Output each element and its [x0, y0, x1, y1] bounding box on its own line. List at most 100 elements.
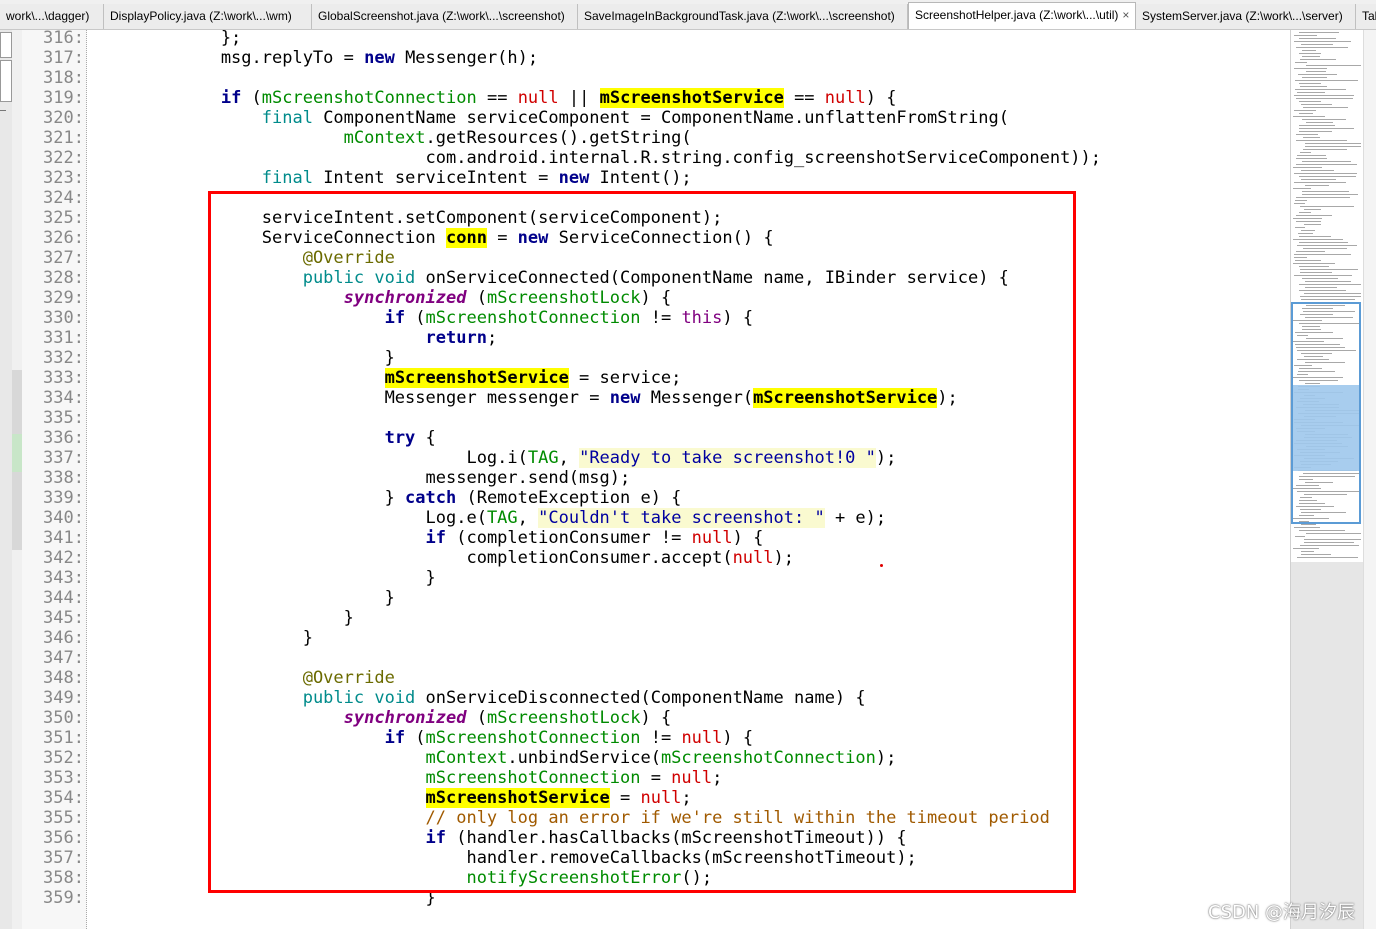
- tab[interactable]: Tak: [1356, 4, 1376, 29]
- minimap-code-line: [1303, 107, 1348, 108]
- panel-toggle-button[interactable]: [0, 60, 12, 102]
- code-editor[interactable]: 316: }; 317: msg.replyTo = new Messenger(…: [12, 28, 1290, 928]
- minimap-code-line: [1294, 257, 1307, 258]
- code-token: "Ready to take screenshot!0 ": [579, 448, 876, 468]
- code-text: ServiceConnection conn = new ServiceConn…: [84, 228, 774, 248]
- minimap-code-line: [1305, 287, 1337, 288]
- code-text: // only log an error if we're still with…: [84, 808, 1050, 828]
- code-line[interactable]: 317: msg.replyTo = new Messenger(h);: [12, 48, 538, 68]
- code-token: if: [384, 308, 406, 328]
- code-line[interactable]: 339: } catch (RemoteException e) {: [12, 488, 681, 508]
- code-line[interactable]: 342: completionConsumer.accept(null);: [12, 548, 794, 568]
- tab-label: SystemServer.java (Z:\work\...\server): [1142, 9, 1343, 23]
- tab-label: SaveImageInBackgroundTask.java (Z:\work\…: [584, 9, 895, 23]
- code-line[interactable]: 333: mScreenshotService = service;: [12, 368, 681, 388]
- code-line[interactable]: 322: com.android.internal.R.string.confi…: [12, 148, 1101, 168]
- code-line[interactable]: 343: }: [12, 568, 436, 588]
- panel-toggle-button[interactable]: [0, 32, 12, 58]
- code-line[interactable]: 318:: [12, 68, 98, 88]
- code-token: ==: [476, 88, 518, 108]
- code-token: ServiceConnection: [98, 228, 446, 248]
- code-line[interactable]: 358: notifyScreenshotError();: [12, 868, 712, 888]
- code-line[interactable]: 327: @Override: [12, 248, 395, 268]
- tab[interactable]: work\...\dagger): [0, 4, 104, 29]
- code-line[interactable]: 334: Messenger messenger = new Messenger…: [12, 388, 958, 408]
- code-line[interactable]: 344: }: [12, 588, 395, 608]
- code-line[interactable]: 332: }: [12, 348, 395, 368]
- code-token: null: [691, 528, 733, 548]
- code-line[interactable]: 352: mContext.unbindService(mScreenshotC…: [12, 748, 896, 768]
- code-line[interactable]: 324:: [12, 188, 98, 208]
- code-text: Messenger messenger = new Messenger(mScr…: [84, 388, 958, 408]
- minimap-code-line: [1299, 290, 1346, 291]
- code-line[interactable]: 357: handler.removeCallbacks(mScreenshot…: [12, 848, 917, 868]
- code-token: if: [220, 88, 242, 108]
- code-token: null: [681, 728, 723, 748]
- tab[interactable]: DisplayPolicy.java (Z:\work\...\wm): [104, 4, 312, 29]
- code-line[interactable]: 336: try {: [12, 428, 436, 448]
- minimap-selection-frame: [1291, 302, 1361, 524]
- vertical-scrollbar[interactable]: [1363, 30, 1376, 929]
- code-line[interactable]: 346: }: [12, 628, 313, 648]
- code-line[interactable]: 347:: [12, 648, 98, 668]
- code-line[interactable]: 340: Log.e(TAG, "Couldn't take screensho…: [12, 508, 886, 528]
- code-line[interactable]: 351: if (mScreenshotConnection != null) …: [12, 728, 753, 748]
- code-line[interactable]: 331: return;: [12, 328, 497, 348]
- code-line[interactable]: 325: serviceIntent.setComponent(serviceC…: [12, 208, 722, 228]
- code-line[interactable]: 353: mScreenshotConnection = null;: [12, 768, 722, 788]
- code-line[interactable]: 330: if (mScreenshotConnection != this) …: [12, 308, 753, 328]
- tab-active[interactable]: ScreenshotHelper.java (Z:\work\...\util)…: [908, 2, 1136, 29]
- line-number: 318:: [43, 68, 84, 88]
- code-line[interactable]: 349: public void onServiceDisconnected(C…: [12, 688, 866, 708]
- code-line[interactable]: 350: synchronized (mScreenshotLock) {: [12, 708, 671, 728]
- code-line[interactable]: 329: synchronized (mScreenshotLock) {: [12, 288, 671, 308]
- code-token: public void: [302, 688, 416, 708]
- code-token: @Override: [302, 668, 395, 688]
- code-line[interactable]: 345: }: [12, 608, 354, 628]
- code-token: mScreenshotConnection: [425, 728, 641, 748]
- line-number: 332:: [43, 348, 84, 368]
- code-line[interactable]: 323: final Intent serviceIntent = new In…: [12, 168, 692, 188]
- editor-tab-bar: work\...\dagger) DisplayPolicy.java (Z:\w…: [0, 0, 1376, 30]
- code-text: notifyScreenshotError();: [84, 868, 712, 888]
- code-line[interactable]: 354: mScreenshotService = null;: [12, 788, 692, 808]
- code-line[interactable]: 348: @Override: [12, 668, 395, 688]
- code-token: null: [732, 548, 774, 568]
- minimap-code-line: [1294, 173, 1357, 174]
- code-line[interactable]: 355: // only log an error if we're still…: [12, 808, 1050, 828]
- code-token: }: [98, 488, 406, 508]
- code-line[interactable]: 337: Log.i(TAG, "Ready to take screensho…: [12, 448, 896, 468]
- minimap-code-line: [1294, 182, 1346, 183]
- minimap-code-line: [1301, 170, 1334, 171]
- code-line[interactable]: 341: if (completionConsumer != null) {: [12, 528, 763, 548]
- code-line[interactable]: 321: mContext.getResources().getString(: [12, 128, 692, 148]
- tab[interactable]: SystemServer.java (Z:\work\...\server): [1136, 4, 1356, 29]
- minimap-code-line: [1294, 110, 1316, 111]
- code-line[interactable]: 356: if (handler.hasCallbacks(mScreensho…: [12, 828, 907, 848]
- code-text: }: [84, 628, 313, 648]
- tab[interactable]: GlobalScreenshot.java (Z:\work\...\scree…: [312, 4, 578, 29]
- minimap-code-line: [1305, 281, 1351, 282]
- code-text: mScreenshotService = service;: [84, 368, 681, 388]
- code-line[interactable]: 328: public void onServiceConnected(Comp…: [12, 268, 1009, 288]
- tab-label: GlobalScreenshot.java (Z:\work\...\scree…: [318, 9, 565, 23]
- code-line[interactable]: 326: ServiceConnection conn = new Servic…: [12, 228, 774, 248]
- code-line[interactable]: 359: }: [12, 888, 436, 908]
- code-line[interactable]: 335:: [12, 408, 98, 428]
- close-tab-icon[interactable]: ×: [1122, 8, 1129, 22]
- line-number: 357:: [43, 848, 84, 868]
- code-line[interactable]: 338: messenger.send(msg);: [12, 468, 630, 488]
- tab[interactable]: SaveImageInBackgroundTask.java (Z:\work\…: [578, 4, 908, 29]
- minimap[interactable]: [1290, 30, 1376, 929]
- code-line[interactable]: 320: final ComponentName serviceComponen…: [12, 108, 1009, 128]
- code-line[interactable]: 316: };: [12, 28, 241, 48]
- code-line[interactable]: 319: if (mScreenshotConnection == null |…: [12, 88, 896, 108]
